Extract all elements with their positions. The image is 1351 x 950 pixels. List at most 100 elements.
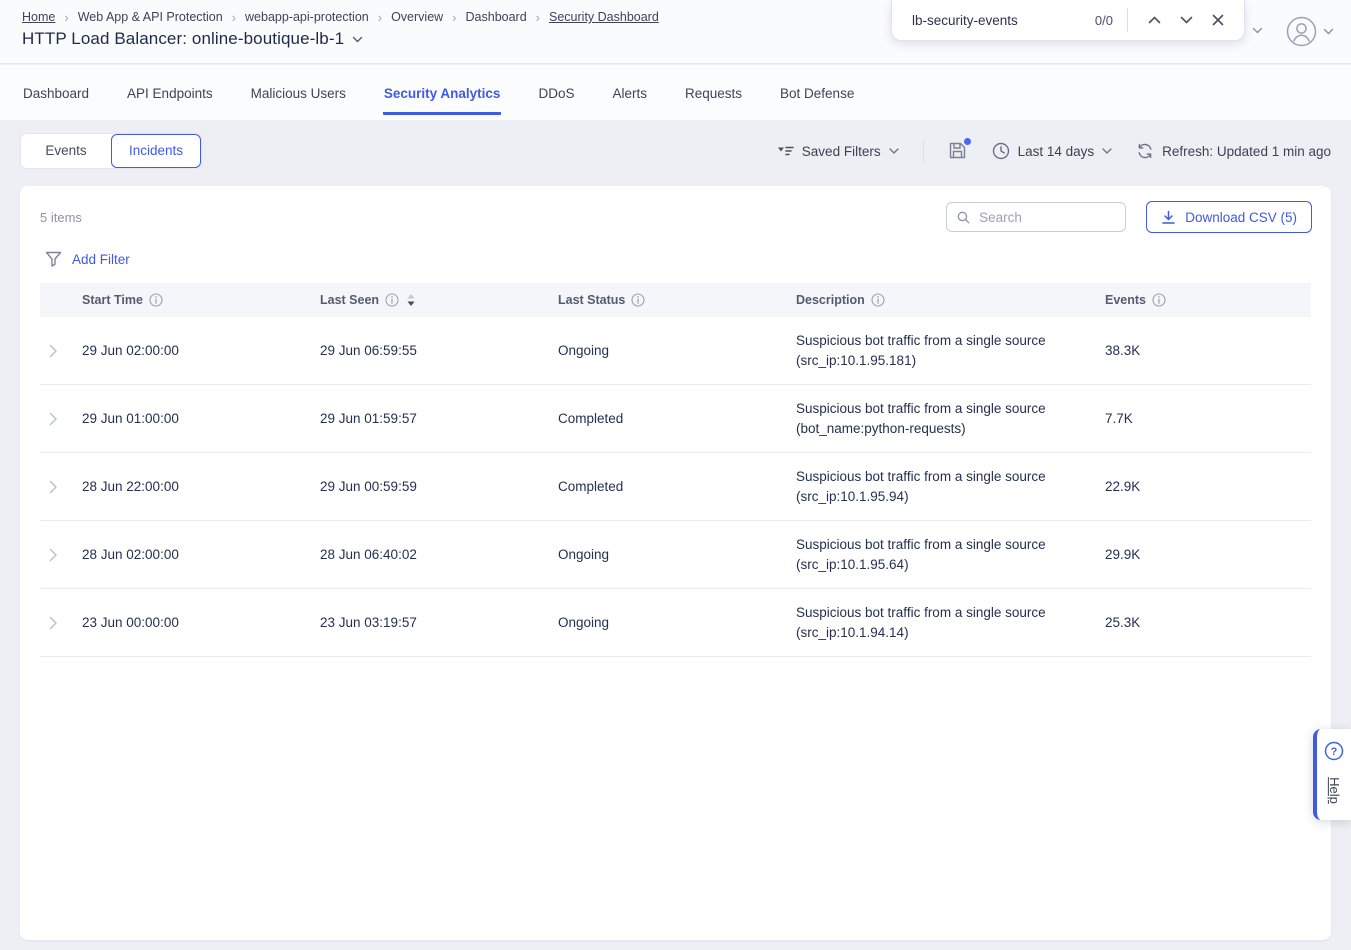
table-row[interactable]: 28 Jun 22:00:00 29 Jun 00:59:59 Complete… xyxy=(40,453,1311,521)
info-icon[interactable] xyxy=(631,293,645,307)
breadcrumb: Home › Web App & API Protection › webapp… xyxy=(22,10,659,24)
help-tab[interactable]: ? Help xyxy=(1313,729,1351,820)
cell-last-seen: 23 Jun 03:19:57 xyxy=(320,615,558,630)
column-header-last-seen[interactable]: Last Seen xyxy=(320,293,558,307)
last-seen-label: Last Seen xyxy=(320,293,379,307)
tab-dashboard[interactable]: Dashboard xyxy=(22,65,90,115)
find-next-icon[interactable] xyxy=(1176,10,1196,30)
saved-filters-icon xyxy=(777,145,794,158)
column-header-last-status[interactable]: Last Status xyxy=(558,293,796,307)
breadcrumb-security-dashboard[interactable]: Security Dashboard xyxy=(549,10,659,24)
user-menu[interactable] xyxy=(1286,16,1334,47)
row-expand-chevron-icon[interactable] xyxy=(49,344,58,358)
view-toggle-events[interactable]: Events xyxy=(21,134,111,168)
breadcrumb-separator-icon: › xyxy=(232,11,236,24)
info-icon[interactable] xyxy=(385,293,399,307)
tab-bar: Dashboard API Endpoints Malicious Users … xyxy=(0,65,1351,120)
cell-last-status: Ongoing xyxy=(558,343,796,358)
table-header-row: Start Time Last Seen Last Status Descrip… xyxy=(40,283,1311,317)
user-menu-chevron-icon[interactable] xyxy=(1323,28,1334,35)
saved-filters-chevron-icon xyxy=(889,148,899,154)
title-chevron-down-icon[interactable] xyxy=(352,36,363,43)
cell-description: Suspicious bot traffic from a single sou… xyxy=(796,386,1096,452)
tab-malicious-users[interactable]: Malicious Users xyxy=(250,65,347,115)
download-csv-label: Download CSV (5) xyxy=(1185,210,1297,225)
breadcrumb-dashboard[interactable]: Dashboard xyxy=(466,10,527,24)
table-row[interactable]: 23 Jun 00:00:00 23 Jun 03:19:57 Ongoing … xyxy=(40,589,1311,657)
cell-last-status: Ongoing xyxy=(558,615,796,630)
cell-description: Suspicious bot traffic from a single sou… xyxy=(796,318,1096,384)
cell-last-seen: 28 Jun 06:40:02 xyxy=(320,547,558,562)
cell-events: 25.3K xyxy=(1105,615,1311,630)
breadcrumb-home[interactable]: Home xyxy=(22,10,55,24)
cell-description: Suspicious bot traffic from a single sou… xyxy=(796,522,1096,588)
find-bar-divider xyxy=(1127,8,1128,32)
add-filter-button[interactable]: Add Filter xyxy=(45,251,1311,267)
search-input[interactable] xyxy=(979,210,1115,225)
clock-icon xyxy=(992,142,1010,160)
download-csv-button[interactable]: Download CSV (5) xyxy=(1146,201,1312,233)
refresh-button[interactable]: Refresh: Updated 1 min ago xyxy=(1136,142,1331,160)
time-range-label: Last 14 days xyxy=(1018,144,1095,159)
user-avatar-icon[interactable] xyxy=(1286,16,1317,47)
row-expand-chevron-icon[interactable] xyxy=(49,616,58,630)
cell-events: 29.9K xyxy=(1105,547,1311,562)
table-row[interactable]: 29 Jun 01:00:00 29 Jun 01:59:57 Complete… xyxy=(40,385,1311,453)
breadcrumb-separator-icon: › xyxy=(452,11,456,24)
view-toggle-incidents[interactable]: Incidents xyxy=(111,134,201,168)
help-label: Help xyxy=(1327,777,1342,804)
tab-requests[interactable]: Requests xyxy=(684,65,743,115)
cell-start-time: 28 Jun 02:00:00 xyxy=(82,547,320,562)
tab-ddos[interactable]: DDoS xyxy=(537,65,575,115)
tab-alerts[interactable]: Alerts xyxy=(611,65,648,115)
row-expand-chevron-icon[interactable] xyxy=(49,480,58,494)
refresh-status-label: Refresh: Updated 1 min ago xyxy=(1162,144,1331,159)
find-query-input[interactable]: lb-security-events xyxy=(912,13,1095,28)
info-icon[interactable] xyxy=(149,293,163,307)
row-expand-chevron-icon[interactable] xyxy=(49,548,58,562)
column-header-description[interactable]: Description xyxy=(796,293,1105,307)
filter-row: Events Incidents Saved Filters xyxy=(20,133,1331,169)
info-icon[interactable] xyxy=(1152,293,1166,307)
header-collapse-chevron-icon[interactable] xyxy=(1252,27,1263,34)
start-time-label: Start Time xyxy=(82,293,143,307)
find-previous-icon[interactable] xyxy=(1144,10,1164,30)
breadcrumb-namespace[interactable]: webapp-api-protection xyxy=(245,10,369,24)
incidents-card: 5 items Download CSV (5) Add Filter xyxy=(20,186,1331,940)
page-title: HTTP Load Balancer: online-boutique-lb-1 xyxy=(22,29,344,49)
cell-events: 38.3K xyxy=(1105,343,1311,358)
unsaved-changes-dot xyxy=(964,138,971,145)
view-toggle: Events Incidents xyxy=(20,133,202,169)
time-range-chevron-icon xyxy=(1102,148,1112,154)
breadcrumb-waap[interactable]: Web App & API Protection xyxy=(78,10,223,24)
saved-filters-dropdown[interactable]: Saved Filters xyxy=(777,144,899,159)
search-icon xyxy=(957,210,970,225)
info-icon[interactable] xyxy=(871,293,885,307)
row-expand-chevron-icon[interactable] xyxy=(49,412,58,426)
table-body: 29 Jun 02:00:00 29 Jun 06:59:55 Ongoing … xyxy=(40,317,1311,657)
table-row[interactable]: 29 Jun 02:00:00 29 Jun 06:59:55 Ongoing … xyxy=(40,317,1311,385)
save-filter-button[interactable] xyxy=(948,141,968,161)
column-header-start-time[interactable]: Start Time xyxy=(82,293,320,307)
tab-security-analytics[interactable]: Security Analytics xyxy=(383,65,502,115)
find-close-icon[interactable] xyxy=(1208,10,1228,30)
app-header: Home › Web App & API Protection › webapp… xyxy=(0,0,1351,64)
breadcrumb-separator-icon: › xyxy=(536,11,540,24)
download-icon xyxy=(1161,210,1176,225)
cell-last-seen: 29 Jun 00:59:59 xyxy=(320,479,558,494)
breadcrumb-overview[interactable]: Overview xyxy=(391,10,443,24)
save-icon xyxy=(948,141,967,160)
tab-bot-defense[interactable]: Bot Defense xyxy=(779,65,855,115)
incidents-table: Start Time Last Seen Last Status Descrip… xyxy=(40,283,1311,657)
add-filter-label: Add Filter xyxy=(72,252,130,267)
table-search[interactable] xyxy=(946,202,1126,232)
sort-descending-icon[interactable] xyxy=(407,294,415,306)
column-header-events[interactable]: Events xyxy=(1105,293,1311,307)
items-count: 5 items xyxy=(40,210,82,225)
time-range-dropdown[interactable]: Last 14 days xyxy=(992,142,1113,160)
cell-start-time: 28 Jun 22:00:00 xyxy=(82,479,320,494)
events-label: Events xyxy=(1105,293,1146,307)
table-row[interactable]: 28 Jun 02:00:00 28 Jun 06:40:02 Ongoing … xyxy=(40,521,1311,589)
breadcrumb-separator-icon: › xyxy=(64,11,68,24)
tab-api-endpoints[interactable]: API Endpoints xyxy=(126,65,214,115)
